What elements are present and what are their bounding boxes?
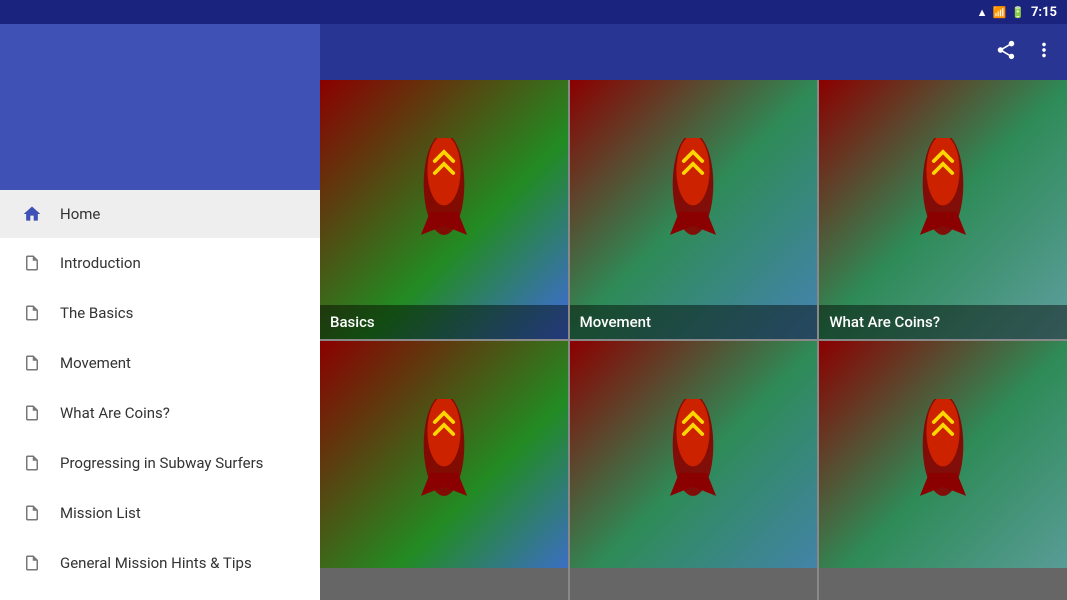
sidebar-header <box>0 0 320 190</box>
app-bar <box>320 24 1067 80</box>
sidebar-item-progressing-label: Progressing in Subway Surfers <box>60 454 263 472</box>
sidebar-item-the-basics-label: The Basics <box>60 304 133 322</box>
sidebar-item-what-are-coins[interactable]: What Are Coins? <box>0 388 320 438</box>
battery-icon: 🔋 <box>1011 6 1025 19</box>
status-bar: ▲ 📶 🔋 7:15 <box>0 0 1067 24</box>
grid-cell-5[interactable] <box>819 341 1067 600</box>
progressing-doc-icon <box>16 452 48 474</box>
sidebar-item-mission-list-label: Mission List <box>60 504 141 522</box>
general-mission-doc-icon <box>16 552 48 574</box>
sidebar-item-home-label: Home <box>60 205 100 223</box>
hoverboard-icon-2 <box>903 138 983 258</box>
cell-bg-4 <box>570 341 818 600</box>
hoverboard-icon-4 <box>653 399 733 519</box>
cell-bg-2 <box>819 80 1067 339</box>
grid-cell-movement[interactable]: Movement <box>570 80 818 339</box>
bottom-bar-4 <box>570 568 818 600</box>
cell-bg-3 <box>320 341 568 600</box>
hoverboard-icon-0 <box>404 138 484 258</box>
sidebar-item-general-mission[interactable]: General Mission Hints & Tips <box>0 538 320 588</box>
sidebar-item-general-mission-label: General Mission Hints & Tips <box>60 554 252 572</box>
status-icons: ▲ 📶 🔋 <box>977 6 1025 19</box>
the-basics-doc-icon <box>16 302 48 324</box>
hoverboard-icon-1 <box>653 138 733 258</box>
bottom-bar-5 <box>819 568 1067 600</box>
status-time: 7:15 <box>1031 5 1057 20</box>
grid-cell-3[interactable] <box>320 341 568 600</box>
main-content-grid: Basics Movement What Are Coins? <box>320 80 1067 600</box>
hoverboard-icon-5 <box>903 399 983 519</box>
sidebar-item-introduction[interactable]: Introduction <box>0 238 320 288</box>
hoverboard-icon-3 <box>404 399 484 519</box>
home-icon <box>16 204 48 224</box>
sidebar-item-what-are-coins-label: What Are Coins? <box>60 404 170 422</box>
sidebar-item-introduction-label: Introduction <box>60 254 141 272</box>
cell-bg-5 <box>819 341 1067 600</box>
sidebar-item-movement-label: Movement <box>60 354 131 372</box>
cell-label-coins: What Are Coins? <box>819 305 1067 339</box>
more-vert-icon[interactable] <box>1033 39 1055 66</box>
sidebar-item-mission-list[interactable]: Mission List <box>0 488 320 538</box>
introduction-doc-icon <box>16 252 48 274</box>
grid-cell-basics[interactable]: Basics <box>320 80 568 339</box>
share-icon[interactable] <box>995 39 1017 66</box>
coins-doc-icon <box>16 402 48 424</box>
bottom-bar-3 <box>320 568 568 600</box>
wifi-icon: ▲ <box>977 6 988 19</box>
movement-doc-icon <box>16 352 48 374</box>
signal-icon: 📶 <box>993 6 1007 19</box>
sidebar-item-power-ups[interactable]: A Guide to Power-Ups <box>0 588 320 600</box>
app-bar-icons <box>995 39 1055 66</box>
cell-label-basics: Basics <box>320 305 568 339</box>
cell-bg-0 <box>320 80 568 339</box>
sidebar-item-movement[interactable]: Movement <box>0 338 320 388</box>
sidebar-item-the-basics[interactable]: The Basics <box>0 288 320 338</box>
mission-list-doc-icon <box>16 502 48 524</box>
grid-cell-coins[interactable]: What Are Coins? <box>819 80 1067 339</box>
sidebar-nav: Home Introduction The Basics <box>0 190 320 600</box>
cell-label-movement: Movement <box>570 305 818 339</box>
sidebar-item-progressing[interactable]: Progressing in Subway Surfers <box>0 438 320 488</box>
sidebar-item-home[interactable]: Home <box>0 190 320 238</box>
sidebar: Home Introduction The Basics <box>0 0 320 600</box>
grid-cell-4[interactable] <box>570 341 818 600</box>
cell-bg-1 <box>570 80 818 339</box>
